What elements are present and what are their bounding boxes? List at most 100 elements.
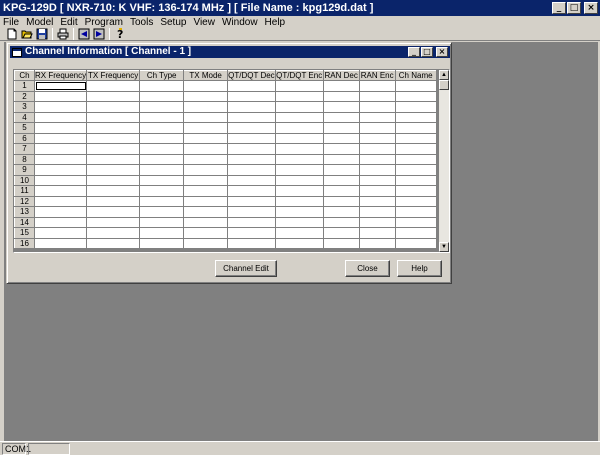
grid-cell[interactable]	[227, 101, 276, 113]
grid-cell[interactable]	[139, 185, 185, 197]
col-header-tx-frequency[interactable]: TX Frequency	[86, 70, 141, 81]
grid-cell[interactable]	[227, 227, 276, 239]
child-minimize-button[interactable]: _	[408, 47, 420, 57]
close-dialog-button[interactable]: Close	[345, 260, 390, 277]
grid-cell[interactable]	[323, 217, 360, 228]
grid-cell[interactable]	[86, 91, 141, 102]
row-header[interactable]: 7	[14, 143, 35, 155]
grid-cell[interactable]	[86, 227, 141, 239]
grid-cell[interactable]	[323, 238, 360, 249]
grid-cell[interactable]	[227, 238, 276, 249]
grid-cell[interactable]	[323, 101, 360, 113]
menu-program[interactable]: Program	[85, 17, 123, 28]
child-maximize-button[interactable]: □	[421, 47, 433, 57]
grid-cell[interactable]	[86, 133, 141, 144]
grid-cell[interactable]	[395, 227, 437, 239]
grid-cell[interactable]	[395, 112, 437, 123]
grid-cell[interactable]	[139, 101, 185, 113]
grid-cell[interactable]	[227, 185, 276, 197]
close-button[interactable]: ×	[584, 2, 598, 14]
grid-cell[interactable]	[139, 217, 185, 228]
menu-window[interactable]: Window	[222, 17, 258, 28]
grid-cell[interactable]	[86, 80, 141, 92]
grid-cell[interactable]	[359, 164, 396, 176]
grid-cell[interactable]	[227, 154, 276, 165]
grid-cell[interactable]	[139, 227, 185, 239]
app-title-bar[interactable]: KPG-129D [ NXR-710: K VHF: 136-174 MHz ]…	[0, 0, 600, 16]
menu-file[interactable]: File	[3, 17, 19, 28]
grid-cell[interactable]	[139, 206, 185, 218]
grid-cell[interactable]	[275, 80, 324, 92]
col-header-ran-dec[interactable]: RAN Dec	[322, 70, 360, 81]
row-header[interactable]: 10	[14, 174, 35, 186]
grid-cell[interactable]	[139, 112, 185, 123]
row-header[interactable]: 1	[14, 80, 35, 92]
grid-cell[interactable]	[275, 154, 324, 165]
channel-grid[interactable]: Ch RX Frequency TX Frequency Ch Type TX …	[13, 69, 450, 253]
grid-cell[interactable]	[275, 196, 324, 207]
grid-cell[interactable]	[139, 80, 185, 92]
row-header[interactable]: 5	[14, 122, 35, 134]
col-header-tx-mode[interactable]: TX Mode	[183, 70, 229, 81]
grid-cell[interactable]	[395, 206, 437, 218]
grid-cell[interactable]	[275, 112, 324, 123]
grid-cell[interactable]	[86, 217, 141, 228]
grid-cell[interactable]	[275, 122, 324, 134]
grid-cell[interactable]	[183, 217, 229, 228]
grid-cell[interactable]	[34, 164, 88, 176]
grid-cell[interactable]	[86, 185, 141, 197]
menu-setup[interactable]: Setup	[160, 17, 186, 28]
print-icon[interactable]	[57, 28, 69, 40]
menu-view[interactable]: View	[193, 17, 215, 28]
grid-cell[interactable]	[227, 206, 276, 218]
scroll-up-button[interactable]: ▲	[439, 70, 449, 80]
row-header[interactable]: 9	[14, 164, 35, 176]
grid-cell[interactable]	[395, 80, 437, 92]
grid-cell[interactable]	[183, 185, 229, 197]
grid-cell[interactable]	[86, 112, 141, 123]
grid-cell[interactable]	[359, 80, 396, 92]
grid-cell[interactable]	[275, 164, 324, 176]
grid-cell[interactable]	[183, 122, 229, 134]
menu-edit[interactable]: Edit	[60, 17, 77, 28]
grid-cell[interactable]	[183, 133, 229, 144]
grid-cell[interactable]	[183, 206, 229, 218]
scroll-down-button[interactable]: ▼	[439, 242, 449, 252]
grid-cell[interactable]	[395, 164, 437, 176]
grid-cell[interactable]	[323, 122, 360, 134]
scroll-thumb[interactable]	[439, 80, 449, 90]
grid-cell[interactable]	[139, 154, 185, 165]
grid-cell[interactable]	[34, 143, 88, 155]
grid-cell[interactable]	[323, 206, 360, 218]
grid-cell[interactable]	[395, 196, 437, 207]
menu-model[interactable]: Model	[26, 17, 53, 28]
grid-cell[interactable]	[323, 227, 360, 239]
help-question-icon[interactable]: ?	[114, 27, 126, 41]
grid-cell[interactable]	[359, 91, 396, 102]
minimize-button[interactable]: _	[552, 2, 566, 14]
col-header-ran-enc[interactable]: RAN Enc	[358, 70, 396, 81]
grid-cell[interactable]	[395, 143, 437, 155]
grid-cell[interactable]	[34, 91, 88, 102]
row-header[interactable]: 4	[14, 111, 35, 123]
maximize-button[interactable]: □	[567, 2, 581, 14]
grid-cell[interactable]	[323, 185, 360, 197]
grid-cell[interactable]	[359, 133, 396, 144]
grid-cell[interactable]	[275, 175, 324, 186]
grid-cell[interactable]	[34, 175, 88, 186]
grid-cell[interactable]	[395, 122, 437, 134]
grid-cell[interactable]	[139, 133, 185, 144]
row-header[interactable]: 13	[14, 206, 35, 218]
grid-cell[interactable]	[395, 91, 437, 102]
grid-cell[interactable]	[139, 143, 185, 155]
grid-cell[interactable]	[227, 143, 276, 155]
col-header-rx-frequency[interactable]: RX Frequency	[33, 70, 88, 81]
grid-cell[interactable]	[227, 91, 276, 102]
row-header[interactable]: 8	[14, 153, 35, 165]
row-header[interactable]: 6	[14, 132, 35, 144]
child-close-button[interactable]: ×	[436, 47, 448, 57]
grid-cell[interactable]	[86, 206, 141, 218]
grid-cell[interactable]	[183, 101, 229, 113]
grid-cell[interactable]	[139, 175, 185, 186]
row-header[interactable]: 2	[14, 90, 35, 102]
